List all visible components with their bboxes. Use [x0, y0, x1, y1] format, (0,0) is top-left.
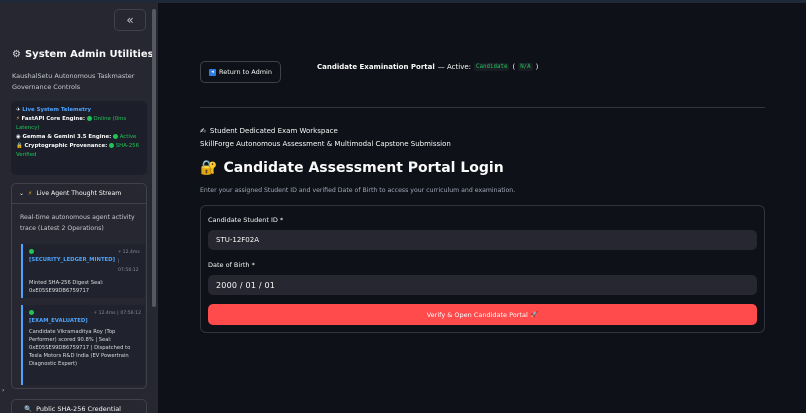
log-item: [SECURITY_LEDGER_MINTED] ⚡ 12.4ms | 07:5…	[21, 244, 145, 298]
thought-stream-expander: ⌄ ⚡ Live Agent Thought Stream Real-time …	[11, 183, 147, 389]
status-dot-icon	[86, 116, 92, 121]
status-dot-icon	[109, 143, 114, 148]
log-item: [EXAM_EVALUATED] ⚡ 12.4ms | 07:56:12 Can…	[21, 305, 145, 385]
telemetry-heading: ✈ Live System Telemetry	[16, 107, 92, 113]
sidebar-subtitle: KaushalSetu Autonomous Taskmaster Govern…	[12, 72, 135, 91]
rocket-icon: 🚀	[530, 311, 539, 318]
telemetry-fastapi: ⚡ FastAPI Core Engine: Online (0ms Laten…	[16, 116, 127, 131]
sidebar-title: ⚙ System Admin Utilities	[12, 49, 154, 60]
lightning-icon: ⚡	[16, 116, 20, 122]
search-icon: 🔍	[24, 405, 33, 413]
student-id-input[interactable]: STU-12F02A	[208, 230, 757, 250]
workspace-subtitle: SkillForge Autonomous Assessment & Multi…	[200, 140, 451, 148]
sidebar-scrollbar[interactable]	[152, 9, 156, 307]
student-id-label: Candidate Student ID *	[208, 216, 284, 224]
telemetry-gemma: ◉ Gemma & Gemini 3.5 Engine: Active	[16, 134, 137, 140]
double-chevron-left-icon: «	[126, 13, 134, 27]
status-dot-icon	[112, 134, 118, 139]
student-icon: ✍	[200, 127, 206, 135]
gear-icon: ⚙	[12, 49, 21, 60]
thought-stream-header[interactable]: ⌄ ⚡ Live Agent Thought Stream	[12, 184, 146, 204]
log-text: Candidate Vikramaditya Roy (Top Performe…	[29, 329, 131, 367]
log-text: Minted SHA-256 Digest Seal: 0xE05SE99DB6…	[29, 280, 104, 294]
lock-icon: 🔐	[200, 160, 218, 176]
return-to-admin-button[interactable]: ◂ Return to Admin	[200, 61, 281, 83]
telemetry-panel: ✈ Live System Telemetry ⚡ FastAPI Core E…	[11, 101, 147, 175]
sidebar-title-text: System Admin Utilities	[24, 49, 154, 60]
credential-expander[interactable]: 🔍 Public SHA-256 Credential	[11, 399, 147, 413]
portal-header: Candidate Examination Portal — Active: C…	[317, 63, 539, 71]
page-title: 🔐 Candidate Assessment Portal Login	[200, 160, 504, 176]
divider	[200, 107, 765, 108]
login-hint: Enter your assigned Student ID and verif…	[200, 187, 516, 194]
dob-label: Date of Birth *	[208, 261, 255, 269]
status-dot-icon	[29, 249, 34, 254]
main-content: ◂ Return to Admin Candidate Examination …	[158, 3, 806, 413]
workspace-title: ✍ Student Dedicated Exam Workspace	[200, 127, 338, 135]
thought-stream-description: Real-time autonomous agent activity trac…	[20, 214, 135, 232]
chevron-down-icon: ⌄	[19, 190, 25, 197]
sidebar: « ⚙ System Admin Utilities KaushalSetu A…	[0, 3, 158, 413]
lightning-icon: ⚡	[28, 190, 33, 197]
back-arrow-icon: ◂	[209, 68, 217, 76]
login-form: Candidate Student ID * STU-12F02A Date o…	[200, 205, 765, 333]
student-id-badge: N/A	[518, 63, 533, 71]
collapse-sidebar-button[interactable]: «	[114, 9, 146, 31]
date-of-birth-input[interactable]: 2000 / 01 / 01	[208, 275, 757, 295]
lock-icon: 🔒	[16, 143, 23, 149]
chevron-right-icon: ›	[2, 387, 5, 394]
satellite-icon: ✈	[16, 107, 21, 113]
verify-open-portal-button[interactable]: Verify & Open Candidate Portal 🚀	[208, 304, 757, 325]
telemetry-crypto: 🔒 Cryptographic Provenance: SHA-256 Veri…	[16, 143, 139, 158]
role-badge: Candidate	[474, 63, 510, 71]
chip-icon: ◉	[16, 134, 21, 140]
status-dot-icon	[29, 310, 34, 315]
